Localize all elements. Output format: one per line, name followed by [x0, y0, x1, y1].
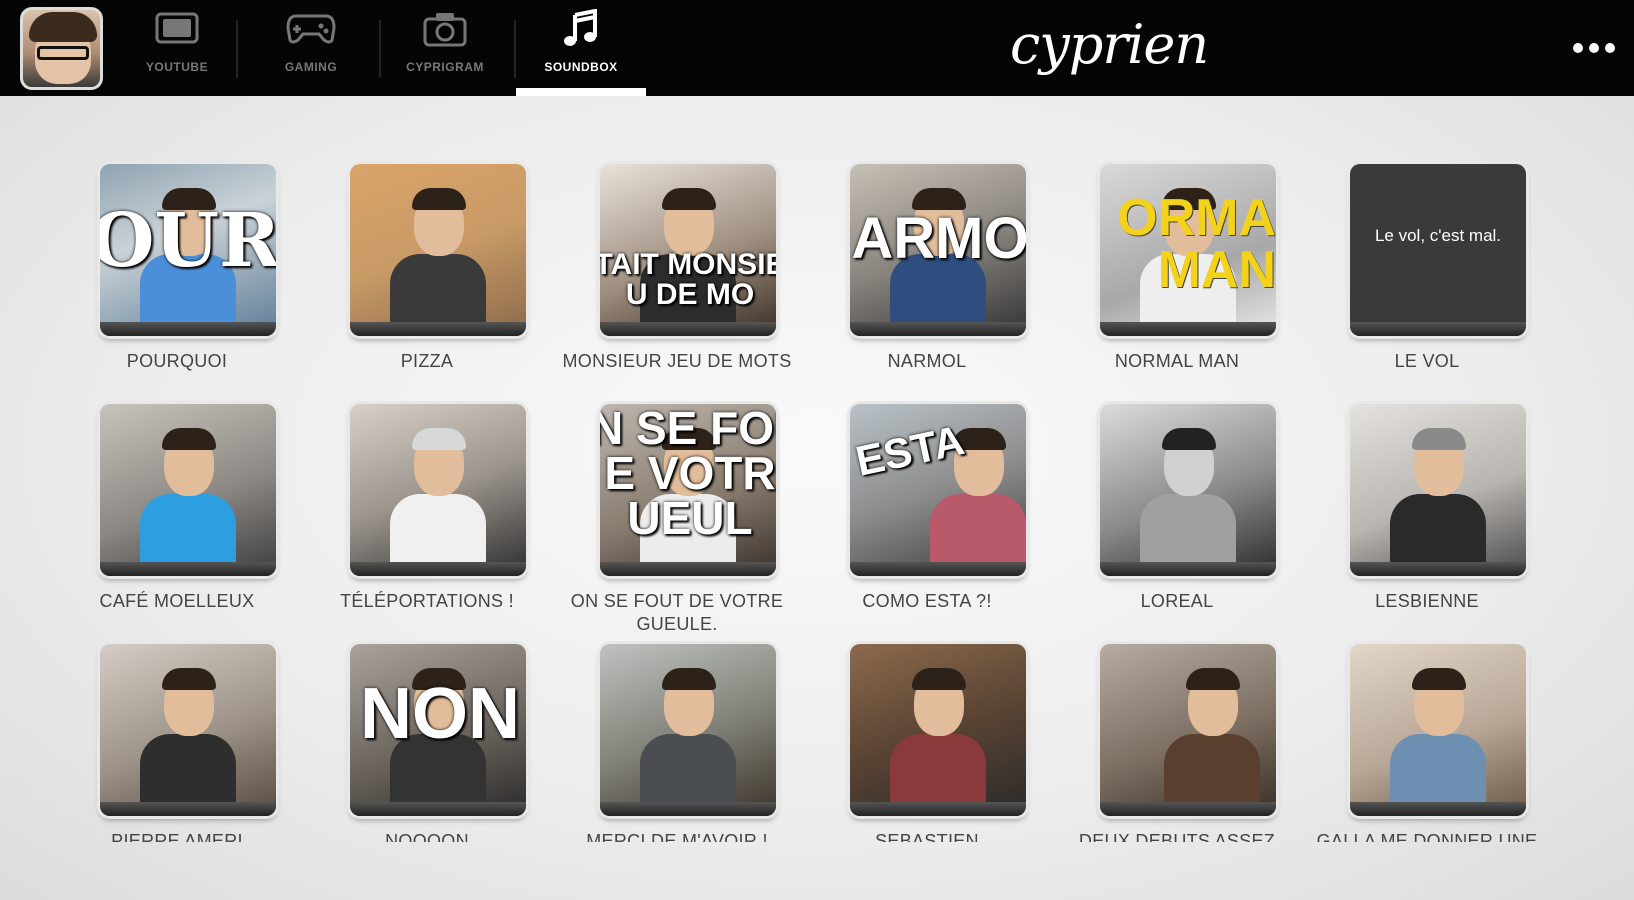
thumbnail-overlay-text: NON: [360, 678, 520, 750]
tab-label: SOUNDBOX: [544, 60, 618, 74]
sound-thumbnail: N SE FOU E VOTR UEUL: [600, 404, 776, 576]
sound-tile-pourquoi[interactable]: OURQUO POURQUOI: [52, 164, 302, 396]
sound-label: ON SE FOUT DE VOTRE GUEULE.: [570, 591, 784, 634]
more-dots-icon[interactable]: [1568, 30, 1620, 66]
sound-tile-normal-man[interactable]: ORMA MAN NORMAL MAN: [1052, 164, 1302, 396]
cyprien-logo: cyprien: [1010, 13, 1209, 76]
sound-label: POURQUOI: [126, 351, 228, 371]
thumbnail-overlay-text: ARMO: [851, 210, 1026, 268]
sound-label: SEBASTIEN: [875, 831, 979, 842]
sound-tile-lesbienne[interactable]: LESBIENNE: [1302, 404, 1552, 636]
top-navigation-bar: YOUTUBE GAMING CYPRIGRAM SOUNDBOX cyprie…: [0, 0, 1634, 96]
sound-tile-cafe-moelleux[interactable]: CAFÉ MOELLEUX: [52, 404, 302, 636]
sound-tile-narmol[interactable]: ARMO NARMOL: [802, 164, 1052, 396]
sound-tile-deux-debuts-assez[interactable]: DEUX DEBUTS ASSEZ: [1052, 644, 1302, 876]
sound-label: MONSIEUR JEU DE MOTS: [562, 351, 792, 371]
thumbnail-overlay-text: OURQUO: [100, 204, 276, 278]
sound-label: LESBIENNE: [1375, 591, 1479, 611]
camera-icon: [420, 8, 470, 50]
tab-divider: [236, 20, 238, 78]
tab-soundbox[interactable]: SOUNDBOX: [516, 0, 646, 96]
sound-label: PIERRE AMERI: [111, 831, 243, 842]
sound-tile-on-se-fout-de-votre-gueule[interactable]: N SE FOU E VOTR UEUL ON SE FOUT DE VOTRE…: [552, 404, 802, 636]
avatar-glasses: [37, 46, 89, 60]
sound-tile-pierre-ameri[interactable]: PIERRE AMERI: [52, 644, 302, 876]
sound-thumbnail: [850, 644, 1026, 816]
thumbnail-overlay-text: TAIT MONSIE U DE MO: [600, 250, 776, 310]
sound-tile-le-vol[interactable]: Le vol, c'est mal. LE VOL: [1302, 164, 1552, 396]
sound-tile-galla-me-donner-une[interactable]: GALLA ME DONNER UNE: [1302, 644, 1552, 876]
avatar-hair: [29, 12, 97, 42]
sound-thumbnail: ORMA MAN: [1100, 164, 1276, 336]
sound-label: DEUX DEBUTS ASSEZ: [1078, 831, 1276, 842]
sound-label: NORMAL MAN: [1114, 351, 1240, 371]
sound-tile-monsieur-jeu-de-mots[interactable]: TAIT MONSIE U DE MO MONSIEUR JEU DE MOTS: [552, 164, 802, 396]
sound-label: TÉLÉPORTATIONS !: [340, 591, 514, 611]
tab-youtube[interactable]: YOUTUBE: [112, 0, 242, 96]
sound-thumbnail: [1350, 404, 1526, 576]
sound-label: PIZZA: [400, 351, 454, 371]
sound-tile-loreal[interactable]: LOREAL: [1052, 404, 1302, 636]
sound-label: NARMOL: [887, 351, 967, 371]
soundbox-grid: OURQUO POURQUOI PIZZA TAIT MONSIE U DE M…: [0, 96, 1634, 900]
sound-tile-merci-de-mavoir[interactable]: MERCI DE M'AVOIR !: [552, 644, 802, 876]
tv-icon: [152, 8, 202, 50]
sound-tile-teleportations[interactable]: TÉLÉPORTATIONS !: [302, 404, 552, 636]
sound-thumbnail: ARMO: [850, 164, 1026, 336]
sound-label: GALLA ME DONNER UNE: [1316, 831, 1538, 842]
thumbnail-overlay-text: N SE FOU E VOTR UEUL: [600, 406, 776, 542]
thumbnail-card-text: Le vol, c'est mal.: [1374, 226, 1502, 245]
sound-label: COMO ESTA ?!: [862, 591, 992, 611]
tab-label: CYPRIGRAM: [406, 60, 484, 74]
sound-thumbnail: [1100, 644, 1276, 816]
sound-thumbnail: TAIT MONSIE U DE MO: [600, 164, 776, 336]
tab-label: GAMING: [284, 60, 338, 74]
sound-label: LOREAL: [1140, 591, 1214, 611]
sound-thumbnail: [350, 164, 526, 336]
sound-tile-noooon[interactable]: NON NOOOON: [302, 644, 552, 876]
sound-label: NOOOON: [385, 831, 469, 842]
tab-cyprigram[interactable]: CYPRIGRAM: [380, 0, 510, 96]
sound-thumbnail: [600, 644, 776, 816]
thumbnail-overlay-text: ORMA MAN: [1117, 192, 1276, 296]
sound-thumbnail: [100, 404, 276, 576]
sound-label: MERCI DE M'AVOIR !: [586, 831, 768, 842]
profile-avatar[interactable]: [20, 7, 103, 90]
tab-gaming[interactable]: GAMING: [246, 0, 376, 96]
music-note-icon: [556, 8, 606, 50]
active-tab-indicator: [516, 88, 646, 96]
sound-thumbnail: ESTA: [850, 404, 1026, 576]
gamepad-icon: [286, 8, 336, 50]
sound-tile-sebastien[interactable]: SEBASTIEN: [802, 644, 1052, 876]
tab-label: YOUTUBE: [145, 60, 209, 74]
sound-tile-pizza[interactable]: PIZZA: [302, 164, 552, 396]
sound-thumbnail: OURQUO: [100, 164, 276, 336]
sound-thumbnail: [350, 404, 526, 576]
sound-label: LE VOL: [1394, 351, 1460, 371]
sound-thumbnail: NON: [350, 644, 526, 816]
sound-thumbnail: [100, 644, 276, 816]
sound-thumbnail: Le vol, c'est mal.: [1350, 164, 1526, 336]
sound-tile-como-esta[interactable]: ESTA COMO ESTA ?!: [802, 404, 1052, 636]
sound-thumbnail: [1350, 644, 1526, 816]
sound-thumbnail: [1100, 404, 1276, 576]
sound-label: CAFÉ MOELLEUX: [99, 591, 255, 611]
